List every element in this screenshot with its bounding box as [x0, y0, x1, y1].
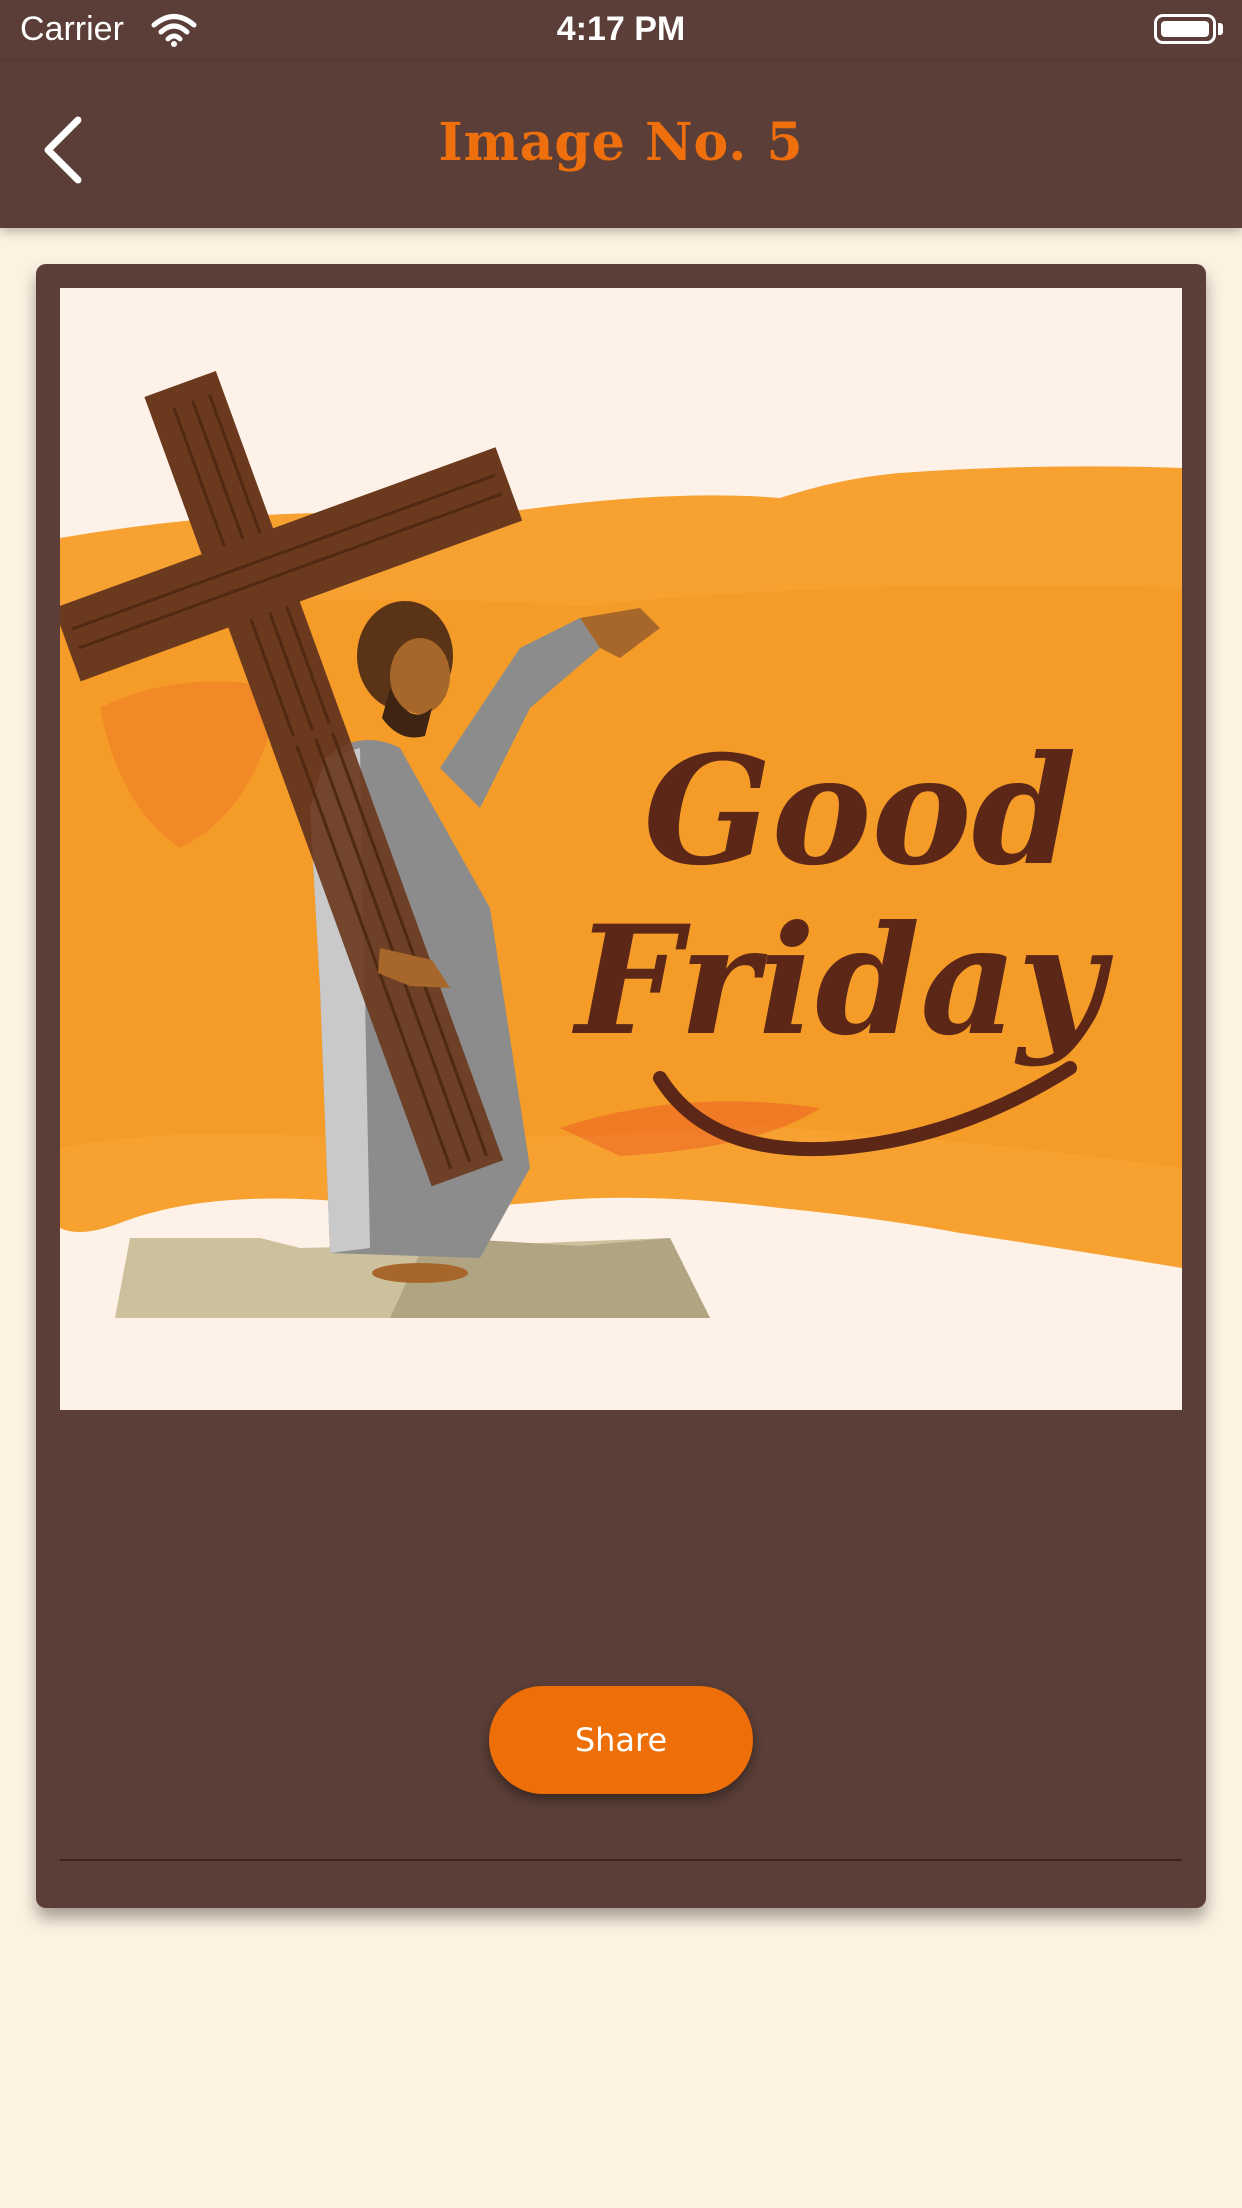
good-friday-image: Good Friday: [60, 288, 1182, 1410]
page-title: Image No. 5: [438, 112, 804, 173]
battery-cap: [1218, 23, 1223, 35]
battery-icon: [1154, 14, 1216, 44]
image-card: Good Friday Share: [36, 264, 1206, 1908]
status-bar: Carrier 4:17 PM: [0, 0, 1242, 62]
clock: 4:17 PM: [556, 10, 686, 48]
share-button[interactable]: Share: [489, 1686, 753, 1794]
divider: [60, 1859, 1182, 1861]
lettering-good: Good: [643, 723, 1076, 899]
navigation-bar: Image No. 5: [0, 62, 1242, 228]
lettering-friday: Friday: [571, 893, 1113, 1069]
